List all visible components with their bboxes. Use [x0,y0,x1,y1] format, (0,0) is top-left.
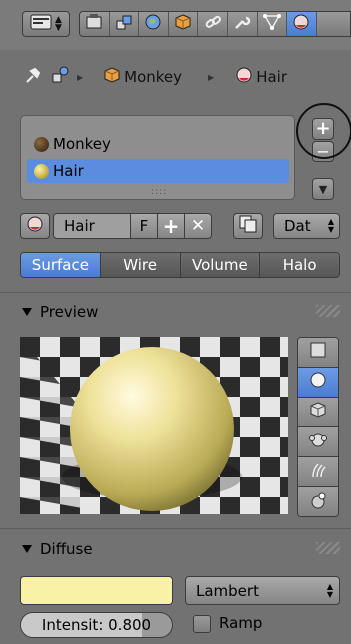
render-icon [85,14,103,34]
material-icon [235,66,253,88]
chevron-updown-icon: ▲ ▼ [326,581,333,599]
browse-material-button[interactable] [20,213,50,239]
object-icon [174,13,192,35]
object-icon [103,66,121,88]
preview-sphere-button[interactable] [298,367,338,398]
constraints-icon [204,13,222,35]
tab-label: Volume [191,256,248,274]
close-icon: ✕ [190,216,206,236]
material-type-tabs: Surface Wire Volume Halo [20,252,340,278]
material-icon [292,13,310,35]
intensity-label: Intensit: 0.800 [41,616,152,634]
copy-material-button[interactable] [233,213,263,239]
tab-render-layers[interactable] [110,12,140,36]
modifier-wrench-icon [233,13,251,35]
tab-modifiers[interactable] [228,12,258,36]
material-name: Hair [64,217,95,235]
copy-icon [239,215,257,237]
tab-halo[interactable]: Halo [260,253,339,277]
tab-render[interactable] [80,12,110,36]
resize-grip-icon[interactable]: :::: [151,187,167,197]
tab-material[interactable] [287,12,317,36]
vertex-data-icon [262,13,281,35]
plane-icon [309,341,327,363]
tab-constraints[interactable] [198,12,228,36]
preview-flat-button[interactable] [298,338,338,368]
diffuse-panel-header[interactable]: Diffuse [22,538,93,560]
breadcrumb-arrow-icon: ▶ [77,72,84,82]
tab-wire[interactable]: Wire [100,253,181,277]
preview-panel-header[interactable]: Preview [22,301,98,323]
chevron-down-icon: ▼ [318,182,328,196]
preview-hair-button[interactable] [298,457,338,488]
scene-icon [51,65,71,89]
hair-icon [309,461,327,483]
diffuse-shader-select[interactable]: Lambert ▲ ▼ [185,576,340,605]
tab-label: Wire [123,256,157,274]
ramp-checkbox[interactable] [193,615,211,633]
preview-shape-buttons [297,337,339,517]
diffuse-color-swatch[interactable] [20,576,173,605]
material-name-field[interactable]: Hair [53,213,131,239]
unlink-material-button[interactable]: ✕ [184,213,212,239]
material-slot-icon [34,163,49,179]
tab-world[interactable] [139,12,169,36]
tab-data[interactable] [258,12,288,36]
slot-label: Monkey [53,135,111,153]
cube-icon [309,401,327,423]
breadcrumb-arrow-icon: ▶ [208,72,215,82]
breadcrumb-material: Hair [256,68,288,86]
breadcrumb-object: Monkey [124,68,183,86]
monkey-icon [309,431,327,453]
collapse-triangle-icon [22,545,32,553]
highlight-circle [296,103,351,159]
context-tabs [79,11,351,37]
material-slot-icon [34,136,49,152]
collapse-triangle-icon [22,308,32,316]
preview-monkey-button[interactable] [298,427,338,458]
diffuse-title: Diffuse [40,540,93,558]
tab-object[interactable] [169,12,199,36]
chevron-updown-icon: ▲ ▼ [327,217,334,234]
tab-volume[interactable]: Volume [180,253,261,277]
slot-label: Hair [53,162,84,180]
breadcrumb: ▶ Monkey ▶ Hair [0,60,351,94]
render-layers-icon [115,14,133,34]
link-data-select[interactable]: Dat ▲ ▼ [273,213,340,239]
preview-sky-button[interactable] [298,487,338,516]
diffuse-shader-label: Lambert [196,581,259,600]
tab-label: Halo [282,256,317,274]
preview-title: Preview [40,303,99,321]
plus-icon: + [162,214,180,238]
editor-type-button[interactable]: ▲ ▼ [22,11,70,37]
drag-handle-icon[interactable] [316,542,340,554]
world-icon [144,13,162,35]
sphere-icon [309,371,327,393]
preview-cube-button[interactable] [298,397,338,428]
slot-specials-button[interactable]: ▼ [312,178,334,200]
material-preview [20,337,288,514]
list-item[interactable]: Monkey [27,132,289,156]
material-slot-list[interactable]: Monkey Hair :::: [20,115,295,200]
sphere-sky-icon [309,491,327,513]
fake-user-label: F [139,217,149,235]
preview-sphere [70,347,234,511]
tab-label: Surface [31,256,89,274]
panel-divider [0,292,351,293]
properties-editor-icon [30,14,52,34]
tab-surface[interactable]: Surface [21,253,101,277]
pin-icon[interactable] [23,65,43,89]
material-icon [26,215,44,237]
new-material-button[interactable]: + [157,213,185,239]
list-item[interactable]: Hair [27,159,289,183]
ramp-label: Ramp [219,614,263,632]
chevron-updown-icon: ▲ ▼ [55,15,62,33]
link-data-label: Dat [284,217,311,235]
intensity-slider[interactable]: Intensit: 0.800 [20,612,173,638]
panel-divider [0,528,351,529]
drag-handle-icon[interactable] [316,305,340,317]
fake-user-button[interactable]: F [130,213,158,239]
